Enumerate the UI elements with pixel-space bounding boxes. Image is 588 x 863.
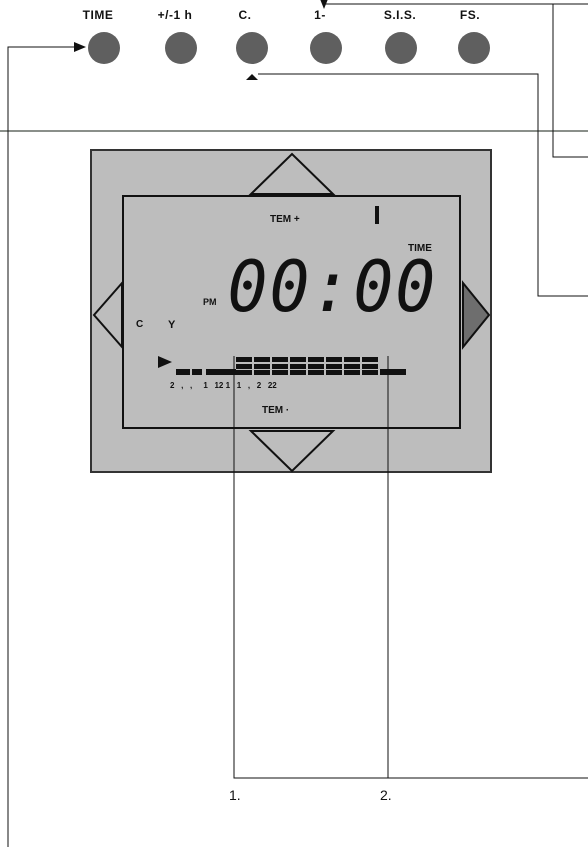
diagram-lines	[0, 0, 588, 847]
lcd-bottom-label: TEM ·	[262, 405, 290, 416]
lcd-am-pm-label: PM	[203, 297, 217, 307]
lcd-hour-ticks: 2 , , 1 12 1 1 , 2 22	[170, 381, 277, 390]
lcd-time-digits: 00:00	[227, 246, 438, 328]
indicator-bar-icon	[375, 206, 379, 224]
c-arrow-icon	[246, 74, 258, 80]
time-leader-line	[7, 46, 74, 847]
time-arrow-icon	[74, 42, 86, 52]
lcd-left-label-2: Y	[168, 319, 176, 331]
lcd-top-label: TEM +	[270, 214, 300, 225]
one-leader-right	[552, 4, 588, 158]
callout-2-label: 2.	[380, 787, 392, 803]
callout-1-label: 1.	[229, 787, 241, 803]
lcd-left-label-1: C	[136, 319, 144, 330]
